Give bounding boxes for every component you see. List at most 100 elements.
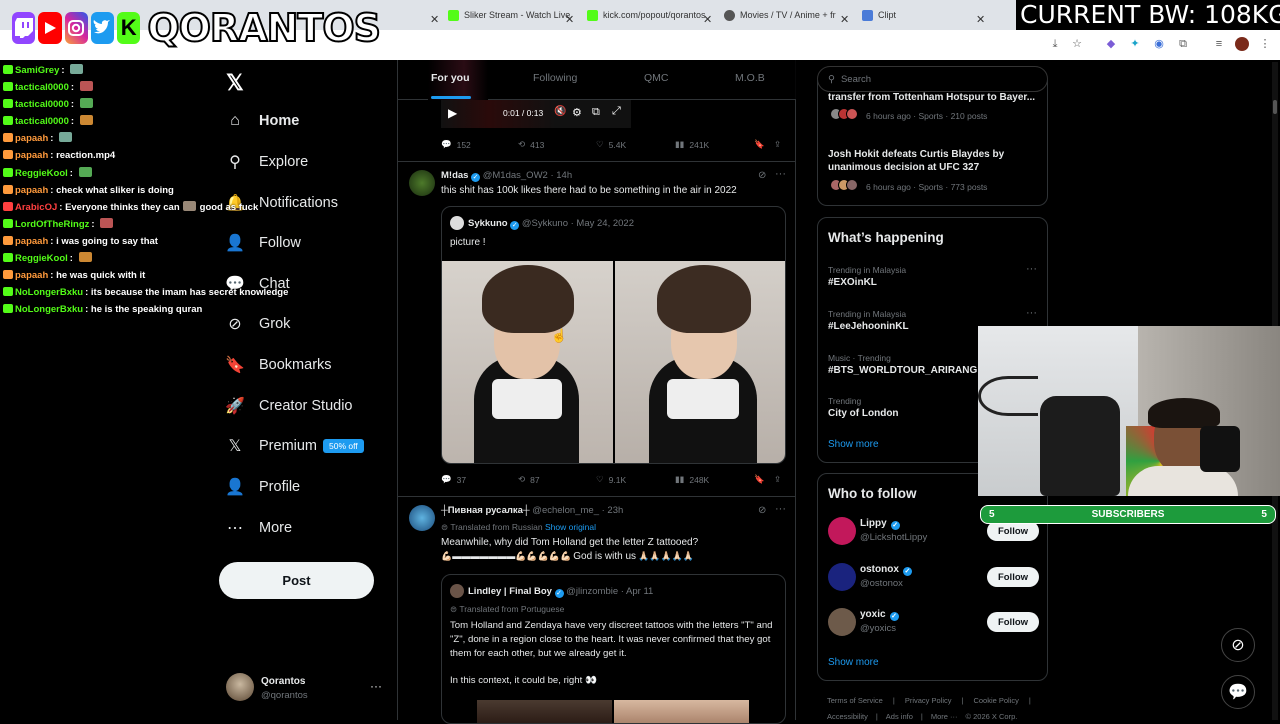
post-button[interactable]: Post	[219, 562, 374, 599]
follow-name[interactable]: Lippy ✓	[860, 518, 900, 530]
more-dots-icon[interactable]: ···	[775, 168, 786, 180]
quote-photo-left[interactable]	[477, 700, 612, 723]
settings-gear-icon[interactable]: ⚙	[572, 106, 582, 119]
scrollbar-thumb[interactable]	[1273, 100, 1277, 114]
footer-link[interactable]: Privacy Policy	[905, 696, 952, 705]
share-icon[interactable]: ⇪	[774, 139, 781, 150]
like-button[interactable]: ♡ 5.4K	[596, 139, 626, 150]
verified-badge-icon: ✓	[889, 612, 899, 621]
views-button[interactable]: ▮▮ 241K	[675, 139, 709, 150]
reply-button[interactable]: 💬 37	[441, 474, 466, 485]
nav-item-premium[interactable]: 𝕏 Premium	[226, 431, 317, 461]
nav-item-creator-studio[interactable]: 🚀 Creator Studio	[225, 391, 352, 421]
show-more-link[interactable]: Show more	[828, 439, 879, 450]
messages-fab-icon[interactable]: 💬	[1221, 675, 1255, 709]
account-switcher[interactable]: Qorantos @qorantos ···	[226, 673, 386, 705]
footer-link[interactable]: Terms of Service	[827, 696, 883, 705]
trend-name[interactable]: #EXOinKL	[828, 277, 877, 288]
install-icon[interactable]: ⤓	[1048, 37, 1062, 51]
follow-button[interactable]: Follow	[987, 612, 1039, 632]
tab-mob[interactable]: M.O.B	[735, 72, 765, 84]
quoted-post[interactable]: Lindley | Final Boy ✓ @jlinzombie · Apr …	[441, 574, 786, 724]
nav-label: Profile	[259, 479, 301, 495]
bookmark-icon[interactable]: 🔖	[754, 139, 765, 150]
author-handle[interactable]: @M1das_OW2	[483, 170, 548, 181]
translate-icon: ⊜	[441, 522, 449, 532]
close-tab-icon[interactable]: ✕	[703, 8, 712, 30]
repost-count: 87	[530, 474, 540, 485]
post-time[interactable]: · 23h	[602, 505, 624, 516]
extension-icon[interactable]: ◉	[1152, 37, 1166, 51]
follow-button[interactable]: Follow	[987, 567, 1039, 587]
tab-following[interactable]: Following	[533, 72, 577, 84]
tab-for-you[interactable]: For you	[431, 72, 470, 84]
nav-item-profile[interactable]: 👤 Profile	[225, 472, 301, 502]
nav-item-bookmarks[interactable]: 🔖 Bookmarks	[225, 350, 331, 380]
show-original-link[interactable]: Show original	[545, 522, 596, 532]
like-button[interactable]: ♡ 9.1K	[596, 474, 626, 485]
author-handle[interactable]: @echelon_me_	[532, 505, 599, 516]
close-tab-icon[interactable]: ✕	[430, 8, 439, 30]
pip-icon[interactable]: ⧉	[592, 106, 600, 119]
quoted-post[interactable]: Sykkuno ✓ @Sykkuno · May 24, 2022 pictur…	[441, 206, 786, 464]
repost-button[interactable]: ⟲ 413	[518, 139, 544, 150]
chat-emote-icon	[182, 200, 196, 211]
browser-tab[interactable]: Movies / TV / Anime + free	[724, 4, 836, 26]
avatar[interactable]	[828, 563, 856, 591]
footer-link[interactable]: Cookie Policy	[973, 696, 1018, 705]
avatar[interactable]	[828, 608, 856, 636]
chat-username: NoLongerBxku	[15, 304, 84, 316]
grok-fab-icon[interactable]: ⊘	[1221, 628, 1255, 662]
follow-button[interactable]: Follow	[987, 521, 1039, 541]
news-title[interactable]: transfer from Tottenham Hotspur to Bayer…	[828, 92, 1043, 103]
trend-name[interactable]: #BTS_WORLDTOUR_ARIRANG	[828, 365, 977, 376]
fullscreen-icon[interactable]: ⤢	[612, 105, 621, 118]
news-title[interactable]: Josh Hokit defeats Curtis Blaydes by una…	[828, 148, 1028, 174]
show-more-link[interactable]: Show more	[828, 657, 879, 668]
media-icon[interactable]: ≡	[1212, 37, 1226, 51]
stream-branding-overlay: K QORANTOS	[0, 2, 382, 54]
more-dots-icon[interactable]: ···	[370, 679, 382, 693]
puzzle-icon[interactable]: ⧉	[1176, 37, 1190, 51]
browser-tab[interactable]: kick.com/popout/qorantos	[587, 4, 709, 26]
extension-icon[interactable]: ✦	[1128, 37, 1142, 51]
repost-button[interactable]: ⟲ 87	[518, 474, 540, 485]
author-name[interactable]: M!das	[441, 170, 468, 181]
trend-name[interactable]: #LeeJehooninKL	[828, 321, 909, 332]
share-icon[interactable]: ⇪	[774, 474, 781, 485]
quote-photo-right[interactable]	[614, 700, 749, 723]
menu-icon[interactable]: ⋮	[1258, 37, 1272, 51]
close-tab-icon[interactable]: ✕	[840, 8, 849, 30]
browser-tab[interactable]: Clipt	[862, 4, 982, 26]
close-tab-icon[interactable]: ✕	[976, 8, 985, 30]
reply-button[interactable]: 💬 152	[441, 139, 471, 150]
profile-avatar-icon[interactable]	[1235, 37, 1249, 51]
follow-name[interactable]: yoxic ✓	[860, 609, 899, 621]
tab-qmc[interactable]: QMC	[644, 72, 669, 84]
trend-name[interactable]: City of London	[828, 408, 899, 419]
avatar[interactable]	[828, 517, 856, 545]
bookmark-icon[interactable]: 🔖	[754, 474, 765, 485]
nav-item-more[interactable]: ⋯ More	[226, 513, 292, 543]
chat-text: he is the speaking quran	[90, 304, 203, 316]
post-time[interactable]: · 14h	[550, 170, 572, 181]
play-icon[interactable]: ▶	[448, 106, 457, 120]
photo-right[interactable]	[615, 261, 785, 463]
close-tab-icon[interactable]: ✕	[565, 8, 574, 30]
more-dots-icon[interactable]: ···	[1026, 263, 1037, 275]
grok-icon[interactable]: ⊘	[758, 170, 766, 181]
grok-icon[interactable]: ⊘	[758, 505, 766, 516]
mute-icon[interactable]: 🔇	[554, 106, 566, 117]
photo-left[interactable]	[442, 261, 613, 463]
tab-title: kick.com/popout/qorantos	[603, 10, 706, 20]
author-name[interactable]: ┼Пивная русалка┼	[441, 505, 530, 516]
extension-icon[interactable]: ◆	[1104, 37, 1118, 51]
reply-icon: 💬	[441, 139, 452, 149]
more-dots-icon[interactable]: ···	[775, 503, 786, 515]
star-icon[interactable]: ☆	[1070, 37, 1084, 51]
avatar[interactable]	[409, 505, 435, 531]
more-dots-icon[interactable]: ···	[1026, 307, 1037, 319]
avatar[interactable]	[409, 170, 435, 196]
follow-name[interactable]: ostonox ✓	[860, 564, 912, 576]
views-button[interactable]: ▮▮ 248K	[675, 474, 709, 485]
